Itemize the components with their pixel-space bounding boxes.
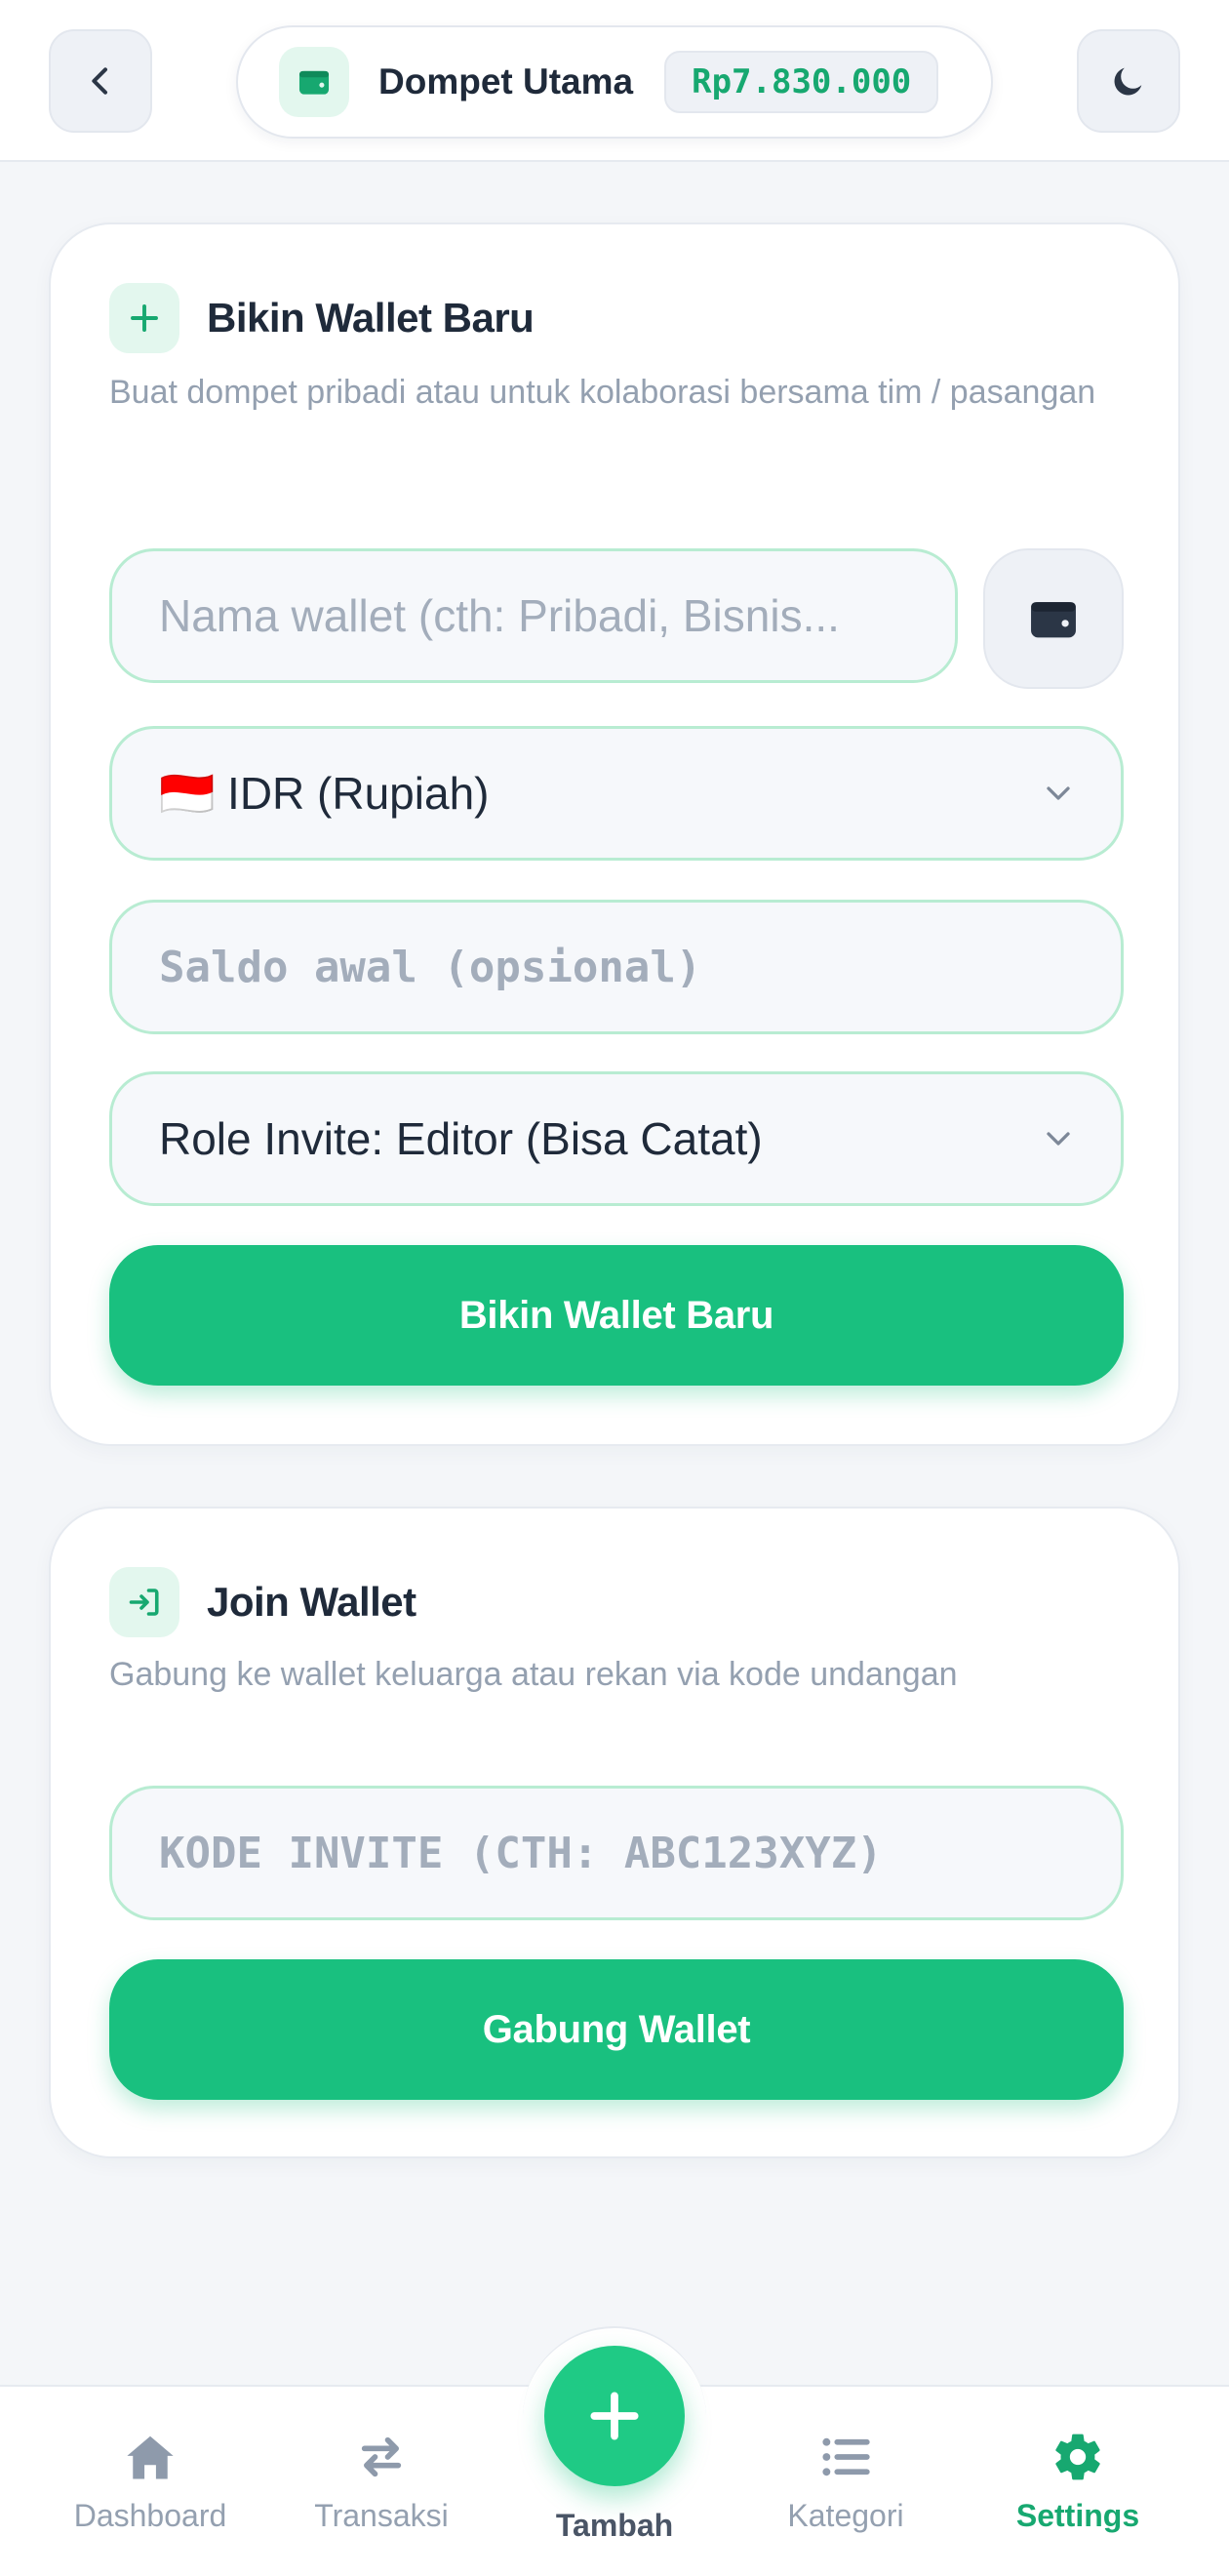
- wallet-name: Dompet Utama: [378, 61, 634, 101]
- moon-icon: [1114, 67, 1142, 96]
- plus-icon: [590, 2392, 639, 2440]
- nav-item-transaksi[interactable]: Transaksi: [284, 2387, 479, 2576]
- theme-toggle-button[interactable]: [1077, 29, 1180, 133]
- nav-label-dashboard: Dashboard: [73, 2498, 227, 2533]
- nav-label-kategori: Kategori: [787, 2498, 904, 2533]
- initial-balance-input[interactable]: [159, 942, 1121, 992]
- initial-balance-field[interactable]: [109, 900, 1124, 1034]
- create-wallet-button[interactable]: Bikin Wallet Baru: [109, 1245, 1124, 1386]
- create-wallet-header: Bikin Wallet Baru: [109, 283, 535, 353]
- join-wallet-header: Join Wallet: [109, 1567, 416, 1637]
- join-wallet-description: Gabung ke wallet keluarga atau rekan via…: [109, 1656, 958, 1693]
- plus-icon: [109, 283, 179, 353]
- chevron-left-icon: [92, 67, 107, 95]
- home-icon: [122, 2428, 178, 2486]
- nav-item-settings[interactable]: Settings: [980, 2387, 1175, 2576]
- invite-role-select[interactable]: Role Invite: Editor (Bisa Catat): [109, 1071, 1124, 1206]
- invite-code-input[interactable]: [159, 1828, 1121, 1878]
- chevron-down-icon: [1047, 1132, 1070, 1146]
- wallet-name-field[interactable]: [109, 548, 958, 683]
- chevron-down-icon: [1047, 786, 1070, 800]
- nav-item-dashboard[interactable]: Dashboard: [53, 2387, 248, 2576]
- wallet-icon: [279, 47, 349, 117]
- wallet-icon: [1031, 602, 1076, 638]
- wallet-switcher[interactable]: Dompet Utama Rp7.830.000: [236, 25, 993, 139]
- add-transaction-button[interactable]: [544, 2346, 685, 2486]
- wallet-name-input[interactable]: [159, 589, 955, 642]
- nav-label-tambah: Tambah: [555, 2508, 674, 2543]
- currency-selected-value: 🇮🇩 IDR (Rupiah): [159, 767, 490, 819]
- nav-label-transaksi: Transaksi: [314, 2498, 449, 2533]
- login-arrow-icon: [109, 1567, 179, 1637]
- gear-icon: [1051, 2428, 1105, 2486]
- create-wallet-title: Bikin Wallet Baru: [207, 295, 535, 341]
- nav-item-kategori[interactable]: Kategori: [748, 2387, 943, 2576]
- currency-select[interactable]: 🇮🇩 IDR (Rupiah): [109, 726, 1124, 861]
- back-button[interactable]: [49, 29, 152, 133]
- wallet-icon-picker-button[interactable]: [983, 548, 1124, 689]
- create-wallet-description: Buat dompet pribadi atau untuk kolaboras…: [109, 374, 1096, 411]
- swap-arrows-icon: [356, 2428, 407, 2486]
- list-icon: [819, 2428, 872, 2486]
- nav-label-settings: Settings: [1015, 2498, 1140, 2533]
- top-header: Dompet Utama Rp7.830.000: [0, 0, 1229, 162]
- join-wallet-button[interactable]: Gabung Wallet: [109, 1959, 1124, 2100]
- join-wallet-title: Join Wallet: [207, 1579, 416, 1625]
- wallet-balance: Rp7.830.000: [664, 51, 939, 113]
- invite-code-field[interactable]: [109, 1786, 1124, 1920]
- invite-role-selected-value: Role Invite: Editor (Bisa Catat): [159, 1113, 763, 1164]
- create-wallet-card: Bikin Wallet Baru Buat dompet pribadi at…: [49, 222, 1180, 1446]
- join-wallet-card: Join Wallet Gabung ke wallet keluarga at…: [49, 1507, 1180, 2158]
